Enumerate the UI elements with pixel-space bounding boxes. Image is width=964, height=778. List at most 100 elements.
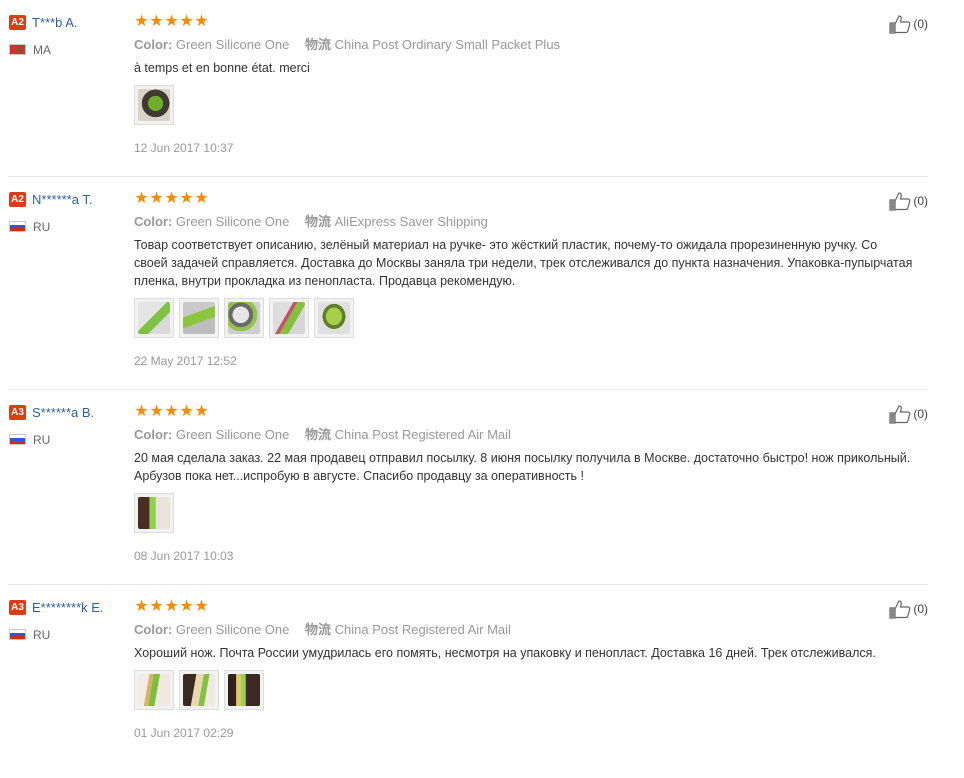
review-item: A3 S******a B. RU ★★★★★ Color: Green Sili… [0, 404, 928, 585]
buyer-level-badge: A3 [9, 405, 26, 421]
review-photo-thumbnail[interactable] [314, 298, 354, 338]
reviewer-info: A2 T***b A. MA [9, 14, 134, 57]
russia-flag-icon [9, 629, 26, 641]
review-photo-thumbnail[interactable] [179, 298, 219, 338]
reviewer-name[interactable]: N******a T. [32, 192, 92, 207]
reviewer-country: RU [9, 431, 134, 447]
star-icon: ★ [149, 403, 164, 420]
color-label: Color: [134, 214, 173, 229]
russia-flag-icon [9, 221, 26, 233]
review-text: à temps et en bonne état. merci [134, 61, 310, 75]
helpful-count: (0) [913, 407, 928, 421]
review-item: A2 T***b A. MA ★★★★★ Color: Green Silicon… [0, 14, 928, 177]
order-info: Color: Green Silicone One 物流 China Post … [134, 426, 914, 443]
review-photos [134, 670, 914, 714]
review-photo-thumbnail[interactable] [269, 298, 309, 338]
reviewer-info: A2 N******a T. RU [9, 191, 134, 234]
country-code: RU [33, 627, 51, 642]
review-photo-thumbnail[interactable] [224, 670, 264, 710]
review-date: 01 Jun 2017 02:29 [134, 726, 234, 740]
star-icon: ★ [164, 403, 179, 420]
review-date: 12 Jun 2017 10:37 [134, 141, 234, 155]
buyer-level-badge: A2 [9, 15, 26, 31]
order-info: Color: Green Silicone One 物流 China Post … [134, 621, 914, 638]
star-icon: ★ [134, 403, 149, 420]
helpful-button[interactable]: (0) [889, 191, 928, 211]
color-label: Color: [134, 427, 173, 442]
review-text: 20 мая сделала заказ. 22 мая продавец от… [134, 451, 911, 483]
star-icon: ★ [134, 13, 149, 30]
star-icon: ★ [164, 13, 179, 30]
star-icon: ★ [179, 403, 194, 420]
review-photos [134, 298, 914, 342]
review-content: ★★★★★ Color: Green Silicone One 物流 AliEx… [134, 191, 914, 368]
reviewer-country: MA [9, 41, 134, 57]
color-label: Color: [134, 622, 173, 637]
thumbs-up-icon [889, 405, 911, 424]
morocco-flag-icon [9, 44, 26, 56]
reviewer-country: RU [9, 626, 134, 642]
reviewer-name[interactable]: T***b A. [32, 15, 78, 30]
review-item: A3 E********k E. RU ★★★★★ Color: Green Si… [0, 599, 928, 778]
review-photo-thumbnail[interactable] [134, 670, 174, 710]
reviewer-name[interactable]: E********k E. [32, 600, 104, 615]
star-icon: ★ [149, 598, 164, 615]
helpful-button[interactable]: (0) [889, 404, 928, 424]
star-icon: ★ [179, 13, 194, 30]
review-text: Товар соответствует описанию, зелёный ма… [134, 238, 913, 288]
shipping-label: 物流 [304, 214, 331, 229]
star-icon: ★ [194, 13, 209, 30]
star-rating: ★★★★★ [134, 404, 914, 420]
color-label: Color: [134, 37, 173, 52]
shipping-label: 物流 [304, 37, 331, 52]
color-value: Green Silicone One [175, 622, 290, 637]
order-info: Color: Green Silicone One 物流 AliExpress … [134, 213, 914, 230]
order-info: Color: Green Silicone One 物流 China Post … [134, 36, 914, 53]
helpful-count: (0) [913, 194, 928, 208]
star-icon: ★ [134, 598, 149, 615]
buyer-level-badge: A2 [9, 192, 26, 208]
reviewer-country: RU [9, 218, 134, 234]
review-photo-thumbnail[interactable] [179, 670, 219, 710]
star-icon: ★ [149, 190, 164, 207]
reviewer-name[interactable]: S******a B. [32, 405, 94, 420]
review-photos [134, 493, 914, 537]
review-photos [134, 85, 914, 129]
helpful-button[interactable]: (0) [889, 14, 928, 34]
color-value: Green Silicone One [175, 37, 290, 52]
shipping-label: 物流 [304, 427, 331, 442]
country-code: MA [33, 42, 51, 57]
shipping-value: China Post Registered Air Mail [334, 622, 511, 637]
shipping-value: China Post Ordinary Small Packet Plus [334, 37, 561, 52]
star-icon: ★ [194, 403, 209, 420]
review-photo-thumbnail[interactable] [134, 493, 174, 533]
star-icon: ★ [164, 190, 179, 207]
review-date: 08 Jun 2017 10:03 [134, 549, 234, 563]
star-icon: ★ [164, 598, 179, 615]
review-content: ★★★★★ Color: Green Silicone One 物流 China… [134, 404, 914, 563]
buyer-level-badge: A3 [9, 600, 26, 616]
thumbs-up-icon [889, 192, 911, 211]
review-divider [8, 584, 928, 585]
country-code: RU [33, 219, 51, 234]
shipping-label: 物流 [304, 622, 331, 637]
russia-flag-icon [9, 434, 26, 446]
reviewer-info: A3 E********k E. RU [9, 599, 134, 642]
review-photo-thumbnail[interactable] [224, 298, 264, 338]
review-photo-thumbnail[interactable] [134, 298, 174, 338]
reviewer-info: A3 S******a B. RU [9, 404, 134, 447]
review-photo-thumbnail[interactable] [134, 85, 174, 125]
star-rating: ★★★★★ [134, 191, 914, 207]
star-icon: ★ [179, 190, 194, 207]
star-rating: ★★★★★ [134, 14, 914, 30]
shipping-value: China Post Registered Air Mail [334, 427, 511, 442]
review-content: ★★★★★ Color: Green Silicone One 物流 China… [134, 599, 914, 740]
star-icon: ★ [134, 190, 149, 207]
review-date: 22 May 2017 12:52 [134, 354, 237, 368]
review-divider [8, 176, 928, 177]
star-icon: ★ [194, 598, 209, 615]
review-item: A2 N******a T. RU ★★★★★ Color: Green Sili… [0, 191, 928, 390]
color-value: Green Silicone One [175, 427, 290, 442]
review-text: Хороший нож. Почта России умудрилась его… [134, 646, 876, 660]
helpful-button[interactable]: (0) [889, 599, 928, 619]
